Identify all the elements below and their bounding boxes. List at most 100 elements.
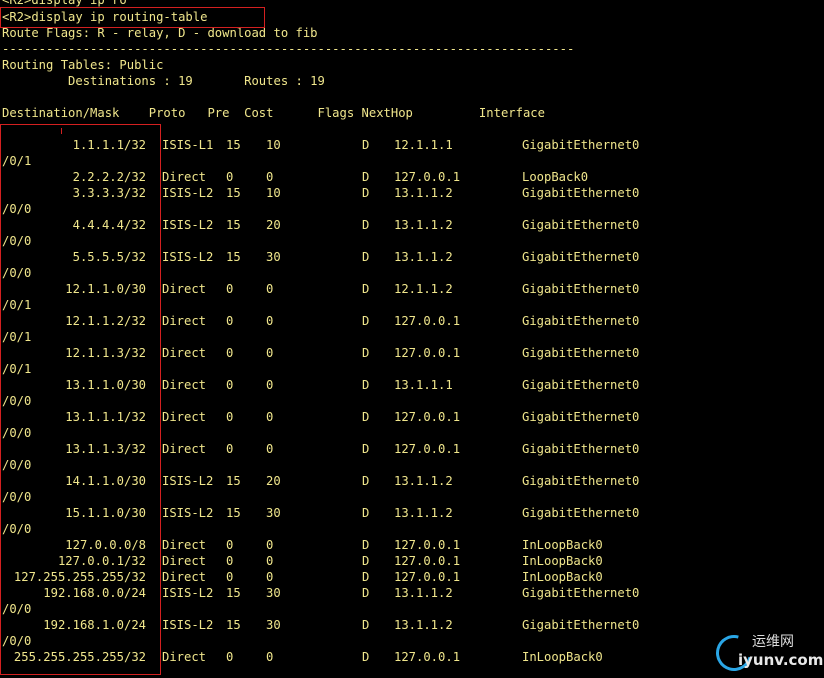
route-flags: D [362,618,370,632]
route-iface: GigabitEthernet0 [522,186,640,200]
route-iface: GigabitEthernet0 [522,378,640,392]
route-flags: D [362,170,370,184]
route-cost: 10 [266,186,281,200]
route-pre: 15 [226,586,241,600]
route-nexthop: 127.0.0.1 [394,170,461,184]
separator-line: ----------------------------------------… [2,42,575,56]
route-proto: ISIS-L2 [162,186,214,200]
route-destination: 2.2.2.2/32 [72,170,146,184]
route-iface: GigabitEthernet0 [522,218,640,232]
route-destination: 127.0.0.1/32 [57,554,146,568]
route-pre: 0 [226,378,234,392]
route-iface: LoopBack0 [522,170,589,184]
route-interface-wrap: /0/0 [2,458,32,472]
cursor-mark [61,128,62,134]
route-interface-wrap: /0/0 [2,634,32,648]
route-nexthop: 127.0.0.1 [394,538,461,552]
route-flags: D [362,586,370,600]
route-nexthop: 127.0.0.1 [394,650,461,664]
terminal-window[interactable]: <R2>display ip ro <R2>display ip routing… [0,0,824,678]
route-iface: InLoopBack0 [522,554,603,568]
route-interface-wrap: /0/1 [2,330,32,344]
route-destination: 13.1.1.3/32 [65,442,146,456]
route-nexthop: 13.1.1.2 [394,186,453,200]
route-proto: ISIS-L1 [162,138,214,152]
route-pre: 15 [226,618,241,632]
route-nexthop: 12.1.1.1 [394,138,453,152]
route-cost: 30 [266,506,281,520]
route-proto: ISIS-L2 [162,474,214,488]
route-iface: GigabitEthernet0 [522,282,640,296]
route-cost: 0 [266,554,274,568]
table-header: Destination/Mask Proto Pre Cost Flags Ne… [2,106,545,120]
route-flags: D [362,506,370,520]
route-interface-wrap: /0/0 [2,602,32,616]
route-destination: 12.1.1.3/32 [65,346,146,360]
route-destination: 14.1.1.0/30 [65,474,146,488]
route-nexthop: 12.1.1.2 [394,282,453,296]
route-destination: 127.255.255.255/32 [13,570,146,584]
route-destination: 12.1.1.0/30 [65,282,146,296]
route-cost: 0 [266,314,274,328]
route-pre: 0 [226,538,234,552]
route-nexthop: 127.0.0.1 [394,442,461,456]
route-nexthop: 127.0.0.1 [394,410,461,424]
route-destination: 127.0.0.0/8 [65,538,146,552]
summary-line: Destinations : 19 Routes : 19 [2,74,325,88]
route-proto: ISIS-L2 [162,506,214,520]
route-pre: 0 [226,282,234,296]
route-iface: GigabitEthernet0 [522,618,640,632]
route-pre: 0 [226,170,234,184]
route-interface-wrap: /0/0 [2,426,32,440]
route-interface-wrap: /0/0 [2,234,32,248]
route-proto: Direct [162,170,207,184]
route-proto: Direct [162,346,207,360]
routing-tables-line: Routing Tables: Public [2,58,164,72]
route-proto: Direct [162,554,207,568]
route-cost: 0 [266,410,274,424]
route-pre: 15 [226,218,241,232]
route-cost: 30 [266,250,281,264]
route-flags: D [362,570,370,584]
route-pre: 0 [226,314,234,328]
route-flags: D [362,218,370,232]
watermark-top-text: 运维网 [752,634,794,650]
route-destination: 255.255.255.255/32 [13,650,146,664]
route-nexthop: 127.0.0.1 [394,346,461,360]
command-line: <R2>display ip routing-table [2,10,208,24]
route-proto: Direct [162,282,207,296]
route-interface-wrap: /0/1 [2,298,32,312]
route-cost: 0 [266,282,274,296]
route-flags: D [362,650,370,664]
route-flags: D [362,442,370,456]
route-nexthop: 13.1.1.2 [394,618,453,632]
route-proto: ISIS-L2 [162,218,214,232]
watermark-logo: 运维网 iyunv.com [709,628,823,678]
route-destination: 5.5.5.5/32 [72,250,146,264]
route-proto: Direct [162,650,207,664]
route-iface: GigabitEthernet0 [522,250,640,264]
route-cost: 0 [266,538,274,552]
route-nexthop: 13.1.1.2 [394,218,453,232]
route-destination: 192.168.0.0/24 [43,586,146,600]
route-nexthop: 13.1.1.1 [394,378,453,392]
route-flags: D [362,538,370,552]
route-flags: D [362,282,370,296]
route-nexthop: 127.0.0.1 [394,570,461,584]
route-nexthop: 13.1.1.2 [394,506,453,520]
route-flags-line: Route Flags: R - relay, D - download to … [2,26,318,40]
route-cost: 0 [266,170,274,184]
route-flags: D [362,346,370,360]
route-proto: ISIS-L2 [162,586,214,600]
route-pre: 15 [226,250,241,264]
route-flags: D [362,314,370,328]
route-flags: D [362,410,370,424]
route-destination: 4.4.4.4/32 [72,218,146,232]
route-iface: GigabitEthernet0 [522,410,640,424]
route-nexthop: 127.0.0.1 [394,554,461,568]
route-cost: 0 [266,378,274,392]
route-destination: 12.1.1.2/32 [65,314,146,328]
route-iface: GigabitEthernet0 [522,346,640,360]
route-iface: GigabitEthernet0 [522,442,640,456]
route-cost: 0 [266,570,274,584]
